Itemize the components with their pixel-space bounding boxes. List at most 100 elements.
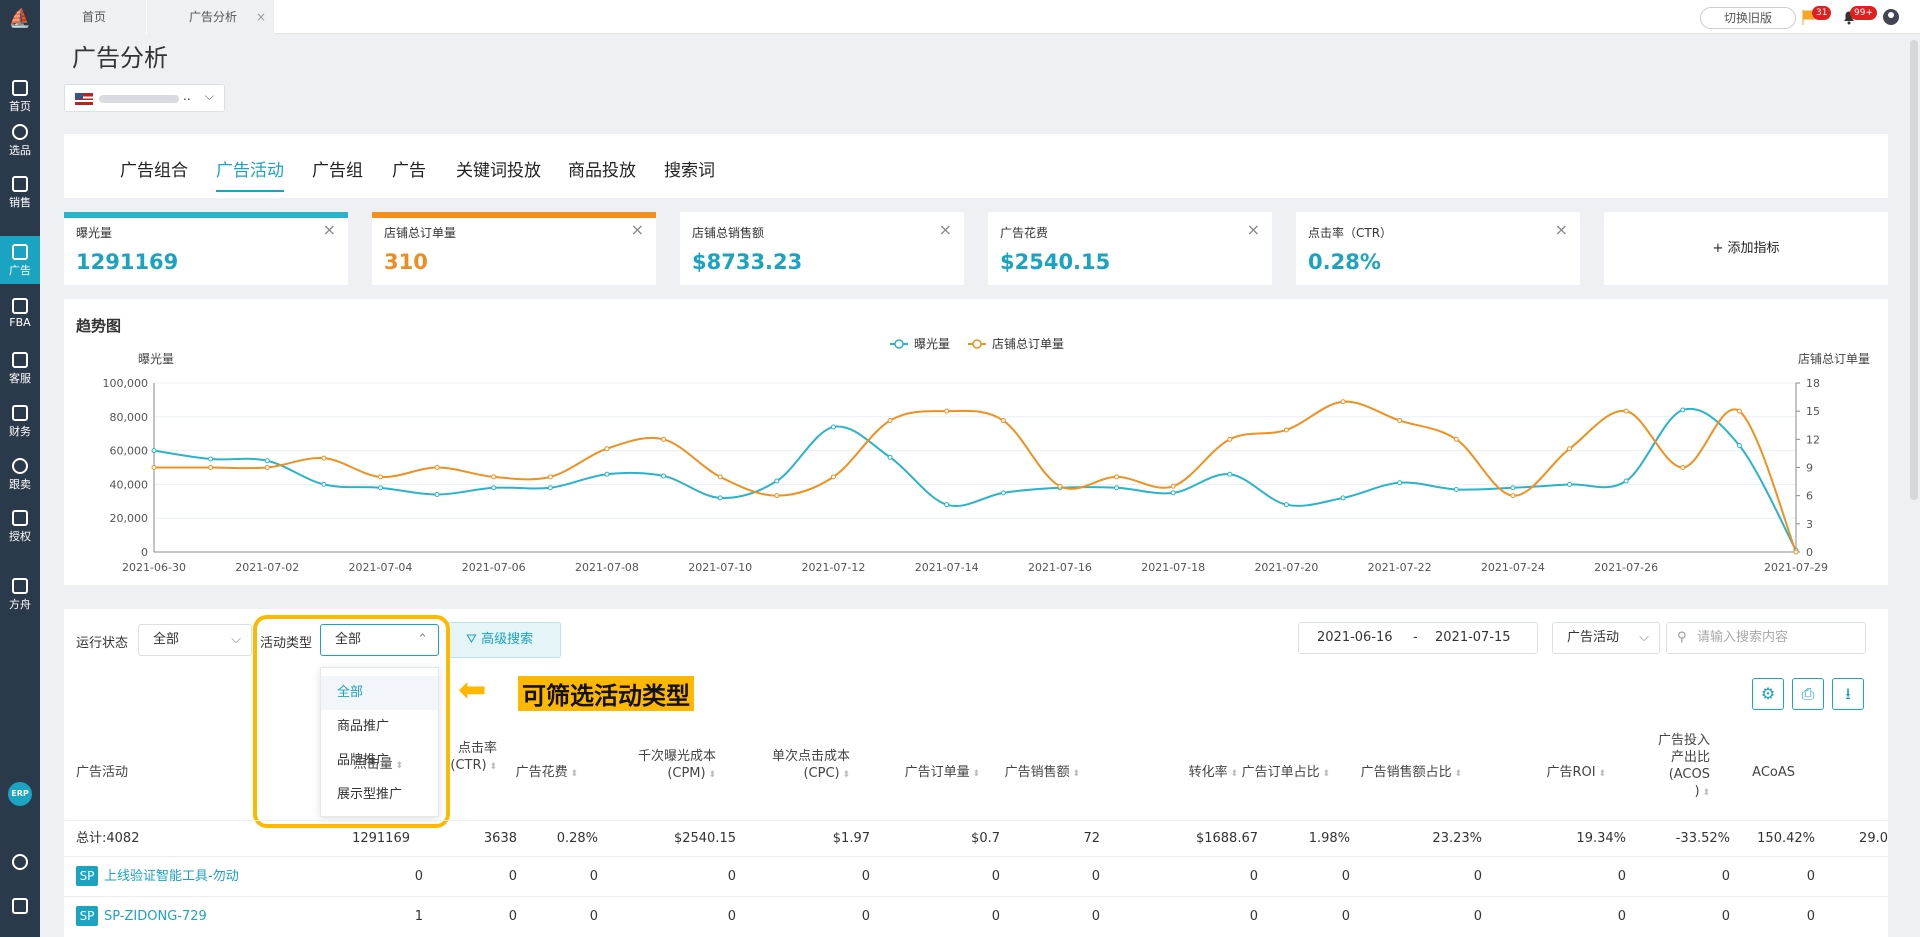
settings-button[interactable]: ⚙ (1752, 678, 1784, 710)
erp-badge[interactable]: ERP (8, 782, 32, 806)
column-header[interactable]: 千次曝光成本 (CPM) ⬍ (576, 748, 716, 784)
data-point (321, 455, 327, 461)
scope-select[interactable]: 广告活动 ⌵ (1552, 622, 1660, 654)
table-cell: 150.42% (1757, 831, 1815, 846)
campaign-link[interactable]: SP-ZIDONG-729 (104, 909, 207, 924)
table-cell: 0 (1806, 909, 1815, 924)
close-icon[interactable]: × (323, 220, 336, 239)
table-cell: 0 (1091, 909, 1100, 924)
table-cell: 0 (861, 869, 870, 884)
advanced-search-button[interactable]: ⛛ 高级搜索 (447, 622, 561, 658)
logo-icon[interactable]: ⛵ (8, 8, 32, 34)
campaign-name[interactable]: SP 上线验证智能工具-勿动 (76, 857, 239, 897)
y-tick-label-left: 100,000 (103, 377, 149, 390)
column-header[interactable]: 单次点击成本 (CPC) ⬍ (710, 748, 850, 784)
close-icon[interactable]: × (631, 220, 644, 239)
sidebar-item-finance[interactable]: 财务 (0, 397, 40, 445)
x-tick-label: 2021-07-18 (1141, 561, 1205, 574)
chevron-down-icon: ⌵ (1639, 630, 1649, 645)
campaign-name[interactable]: SP SP-ZIDONG-729 (76, 897, 207, 937)
data-point (1227, 471, 1233, 477)
data-point (1793, 549, 1799, 555)
tab-product-targeting[interactable]: 商品投放 (568, 156, 636, 181)
table-cell: 0 (1721, 869, 1730, 884)
sidebar-item-fba[interactable]: FBA (0, 290, 40, 338)
shield-icon (12, 510, 28, 526)
data-point (1510, 493, 1516, 499)
x-tick-label: 2021-07-29 (1764, 561, 1828, 574)
table-row: SP SP-ZIDONG-729 1 0 0 0 0 0 0 0 0 0 0 0 0 (64, 896, 1888, 936)
tab-ad-group[interactable]: 广告组 (312, 156, 363, 181)
status-filter-select[interactable]: 全部 ⌵ (138, 624, 252, 656)
sidebar-item-auth[interactable]: 授权 (0, 502, 40, 550)
column-header[interactable]: 广告销售额 ⬍ (940, 764, 1080, 783)
support-icon[interactable] (0, 846, 40, 876)
data-point (491, 474, 497, 480)
close-icon[interactable]: × (1555, 220, 1568, 239)
tab-keyword[interactable]: 关键词投放 (456, 156, 541, 181)
sp-type-badge: SP (76, 906, 98, 926)
scrollbar[interactable] (1910, 40, 1918, 500)
metric-card[interactable]: 广告花费 $2540.15 × (988, 212, 1272, 285)
metric-card[interactable]: 店铺总销售额 $8733.23 × (680, 212, 964, 285)
tab-campaign[interactable]: 广告活动 (216, 156, 284, 192)
y-tick-label-left: 80,000 (110, 411, 149, 424)
table-cell: 0 (414, 869, 423, 884)
us-flag-icon (75, 93, 93, 105)
add-metric-card[interactable]: + 添加指标 (1604, 212, 1888, 285)
bell-icon[interactable]: 99+ (1840, 6, 1877, 26)
sort-icon[interactable]: ⬍ (1700, 788, 1710, 798)
sidebar-item-follow[interactable]: 跟卖 (0, 450, 40, 498)
flag-icon[interactable]: 31 (1800, 6, 1832, 26)
column-header[interactable]: 广告活动 (76, 764, 128, 781)
sidebar-item-ark[interactable]: 方舟 (0, 570, 40, 618)
x-tick-label: 2021-07-04 (349, 561, 413, 574)
tab-ad-analysis[interactable]: 广告分析 × (146, 0, 274, 34)
search-input[interactable]: ⚲ 请输入搜索内容 (1666, 622, 1866, 654)
sidebar-item-selection[interactable]: 选品 (0, 116, 40, 164)
data-point (1680, 407, 1686, 413)
store-selector[interactable]: .. ⌵ (64, 84, 225, 112)
column-header[interactable]: 广告花费 ⬍ (438, 764, 578, 783)
data-point (264, 458, 270, 464)
download-button[interactable]: ⭳ (1832, 678, 1864, 710)
metric-card[interactable]: 店铺总订单量 310 × (372, 212, 656, 285)
switch-old-version-button[interactable]: 切换旧版 (1700, 7, 1796, 29)
close-icon[interactable]: × (1247, 220, 1260, 239)
tab-search-term[interactable]: 搜索词 (664, 156, 715, 181)
sidebar-item-service[interactable]: 客服 (0, 344, 40, 392)
sort-icon[interactable]: ⬍ (1452, 769, 1462, 779)
column-header[interactable]: 广告销售额占比 ⬍ (1322, 764, 1462, 783)
campaign-link[interactable]: 上线验证智能工具-勿动 (104, 869, 239, 884)
tab-portfolio[interactable]: 广告组合 (120, 156, 188, 181)
table-cell: 0 (727, 909, 736, 924)
ad-level-tabs: 广告组合 广告活动 广告组 广告 关键词投放 商品投放 搜索词 (64, 134, 1888, 198)
gift-icon[interactable] (0, 890, 40, 920)
metric-card[interactable]: 点击率（CTR） 0.28% × (1296, 212, 1580, 285)
sidebar-item-home[interactable]: 首页 (0, 72, 40, 120)
tab-home[interactable]: 首页 (40, 0, 146, 34)
sort-icon[interactable]: ⬍ (1070, 769, 1080, 779)
data-point (151, 465, 157, 470)
close-icon[interactable]: × (939, 220, 952, 239)
sidebar-item-ads[interactable]: 广告 (0, 236, 40, 284)
column-header[interactable]: 广告订单占比 ⬍ (1190, 764, 1330, 783)
avatar[interactable] (1882, 8, 1900, 26)
tab-ad[interactable]: 广告 (392, 156, 426, 181)
data-point (944, 408, 950, 414)
data-point (661, 473, 667, 479)
sp-type-badge: SP (76, 866, 98, 886)
print-button[interactable]: ⎙ (1792, 678, 1824, 710)
date-range-picker[interactable]: 2021-06-16 - 2021-07-15 (1298, 622, 1538, 654)
data-point (1057, 483, 1063, 489)
sidebar-item-sales[interactable]: 销售 (0, 168, 40, 216)
y-axis-label-left: 曝光量 (138, 352, 174, 366)
x-tick-label: 2021-07-26 (1594, 561, 1658, 574)
y-tick-label-left: 60,000 (110, 445, 149, 458)
column-header[interactable]: ACoAS (1655, 764, 1795, 781)
y-axis-label-right: 店铺总订单量 (1798, 352, 1870, 366)
metric-card[interactable]: 曝光量 1291169 × (64, 212, 348, 285)
table-cell: 0 (1341, 869, 1350, 884)
sidebar: ⛵ 首页 选品 销售 广告 FBA 客服 财务 跟卖 授权 方舟 ERP (0, 0, 40, 937)
close-icon[interactable]: × (256, 0, 266, 34)
